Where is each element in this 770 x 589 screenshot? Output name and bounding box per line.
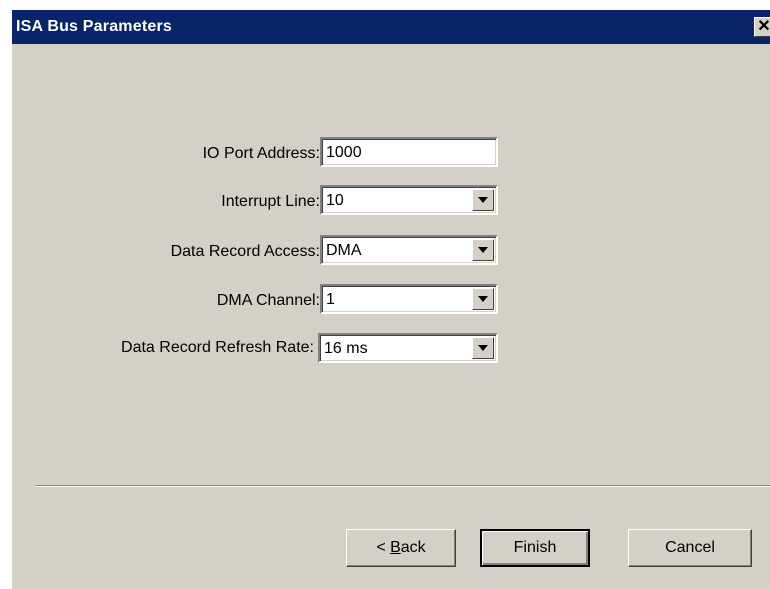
close-icon[interactable]: ✕ — [754, 17, 770, 37]
interrupt-line-select[interactable]: 10 — [320, 185, 498, 215]
back-button-mnemonic: B — [390, 539, 401, 556]
io-port-input[interactable]: 1000 — [320, 137, 498, 167]
refresh-rate-label: Data Record Refresh Rate: — [121, 339, 314, 356]
separator — [36, 485, 770, 487]
interrupt-line-value: 10 — [326, 192, 344, 209]
chevron-down-icon[interactable] — [472, 189, 494, 211]
back-button-rest: ack — [400, 539, 426, 556]
refresh-rate-value: 16 ms — [324, 340, 368, 357]
data-record-access-label: Data Record Access: — [170, 243, 320, 260]
dma-channel-label: DMA Channel: — [216, 292, 320, 309]
chevron-down-icon[interactable] — [472, 239, 494, 261]
dma-channel-select[interactable]: 1 — [320, 284, 498, 314]
window-title: ISA Bus Parameters — [16, 18, 172, 35]
dma-channel-value: 1 — [326, 291, 335, 308]
dialog-window: ISA Bus Parameters ✕ IO Port Address: 10… — [12, 10, 770, 589]
cancel-button[interactable]: Cancel — [628, 529, 752, 567]
refresh-rate-select[interactable]: 16 ms — [318, 333, 498, 363]
chevron-down-icon[interactable] — [472, 288, 494, 310]
back-button[interactable]: < Back — [346, 529, 456, 567]
title-bar[interactable]: ISA Bus Parameters ✕ — [12, 10, 770, 44]
data-record-access-select[interactable]: DMA — [320, 235, 498, 265]
io-port-value: 1000 — [326, 144, 362, 161]
finish-button[interactable]: Finish — [480, 529, 590, 567]
chevron-down-icon[interactable] — [472, 337, 494, 359]
interrupt-line-label: Interrupt Line: — [221, 193, 320, 210]
data-record-access-value: DMA — [326, 242, 362, 259]
back-button-prefix: < — [376, 539, 391, 556]
io-port-label: IO Port Address: — [202, 145, 320, 162]
